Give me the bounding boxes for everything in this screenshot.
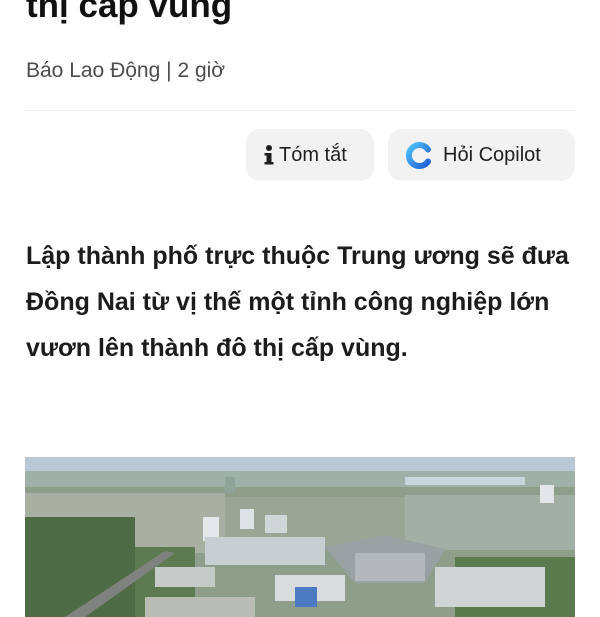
- article-photo[interactable]: [25, 457, 575, 617]
- publish-time: 2 giờ: [177, 59, 226, 82]
- article-headline-tail: thị cấp vùng: [26, 0, 233, 25]
- article-byline: Báo Lao Động | 2 giờ: [26, 56, 225, 86]
- byline-divider: [26, 110, 574, 111]
- article-lead: Lập thành phố trực thuộc Trung ương sẽ đ…: [26, 242, 569, 362]
- info-icon: [262, 143, 276, 167]
- source-name[interactable]: Báo Lao Động: [26, 59, 160, 82]
- ask-copilot-button[interactable]: Hỏi Copilot: [388, 129, 575, 181]
- summary-button[interactable]: Tóm tắt: [246, 129, 374, 181]
- byline-separator: |: [166, 59, 172, 82]
- copilot-icon: [405, 141, 433, 169]
- copilot-label: Hỏi Copilot: [443, 143, 541, 166]
- summary-label: Tóm tắt: [279, 143, 347, 166]
